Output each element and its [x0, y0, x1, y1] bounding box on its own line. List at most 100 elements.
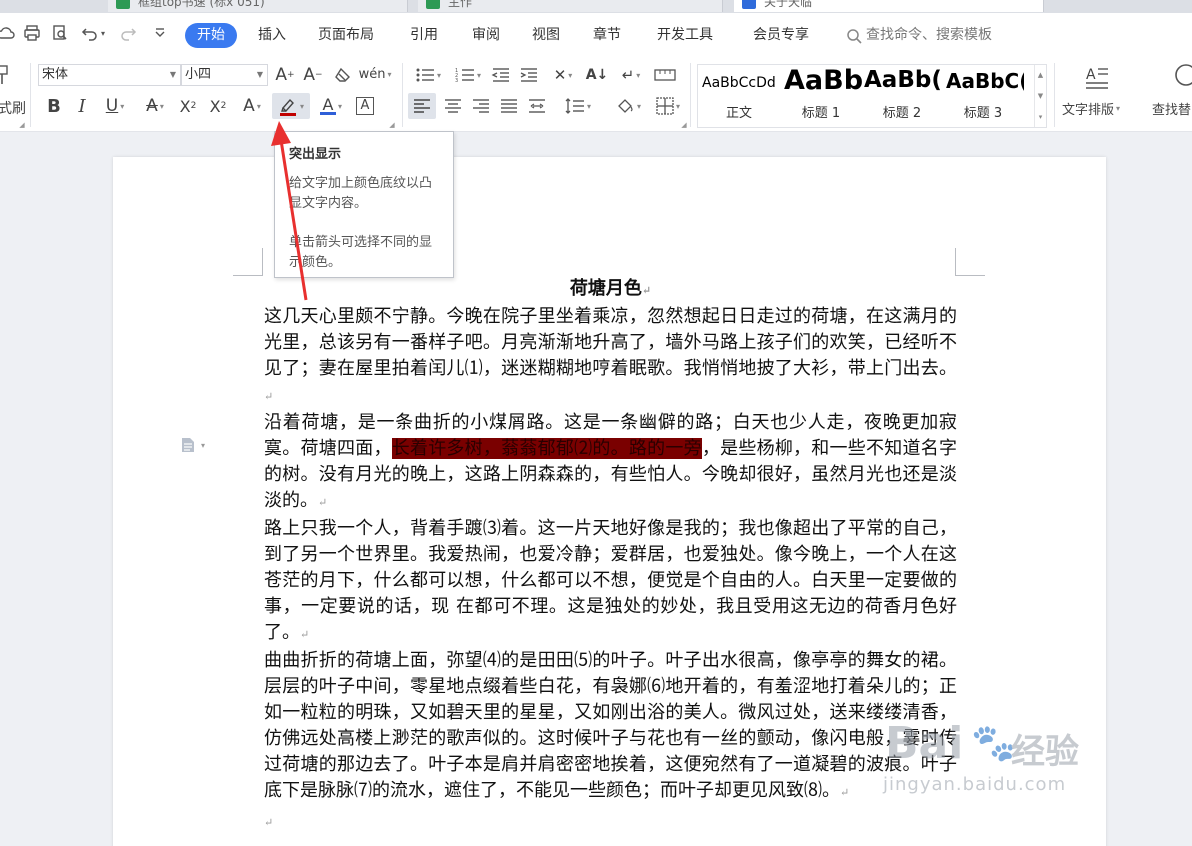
- paragraph-mark: ↵: [300, 628, 310, 641]
- divider: [402, 63, 403, 127]
- svg-text:3: 3: [455, 78, 458, 83]
- tooltip-title: 突出显示: [289, 147, 342, 162]
- format-painter-label[interactable]: 式刷: [0, 99, 26, 117]
- clear-format-icon[interactable]: [332, 64, 354, 86]
- increase-indent-icon[interactable]: [518, 64, 540, 86]
- find-replace-button[interactable]: 查找替: [1152, 99, 1191, 118]
- underline-icon[interactable]: U ▾: [98, 95, 132, 117]
- tab-references[interactable]: 引用: [410, 23, 438, 48]
- tab-chapter[interactable]: 章节: [593, 23, 621, 48]
- superscript-icon[interactable]: X2: [176, 95, 200, 117]
- find-replace-icon[interactable]: [1170, 61, 1192, 91]
- spreadsheet-icon: [426, 0, 440, 9]
- watermark-brand-cn: 经验: [1011, 732, 1079, 772]
- tab-page-layout[interactable]: 页面布局: [318, 23, 374, 48]
- document-tab-label: 框组top书速 (标x 051): [138, 0, 265, 9]
- style-heading-3[interactable]: AaBbC( 标题 3: [942, 65, 1024, 127]
- tab-review[interactable]: 审阅: [472, 23, 500, 48]
- paragraph-mark: ↵: [264, 390, 274, 403]
- document-tab[interactable]: 框组top书速 (标x 051): [108, 0, 408, 12]
- shading-icon[interactable]: ▾: [610, 95, 646, 117]
- paragraph-2[interactable]: 沿着荷塘，是一条曲折的小煤屑路。这是一条幽僻的路；白天也少人走，夜晚更加寂寞。荷…: [264, 410, 957, 516]
- paw-icon: 🐾: [971, 723, 1016, 764]
- font-name-value: 宋体: [42, 67, 69, 82]
- style-heading-1[interactable]: AaBb 标题 1: [780, 65, 862, 127]
- tab-developer[interactable]: 开发工具: [657, 23, 713, 48]
- table-tabs-icon[interactable]: [652, 64, 678, 86]
- highlighted-text[interactable]: 长着许多树，蓊蓊郁郁⑵的。路的一旁: [391, 438, 702, 459]
- paragraph-3[interactable]: 路上只我一个人，背着手踱⑶着。这一片天地好像是我的；我也像超出了平常的自己，到了…: [264, 516, 957, 648]
- document-tab[interactable]: 主作: [418, 0, 723, 12]
- tab-insert[interactable]: 插入: [258, 23, 286, 48]
- text-layout-icon[interactable]: A: [1082, 63, 1112, 93]
- chevron-down-icon: ▼: [169, 70, 176, 79]
- highlighter-icon: [279, 98, 296, 116]
- align-left-icon[interactable]: [408, 93, 436, 119]
- redo-icon[interactable]: [118, 23, 138, 43]
- align-center-icon[interactable]: [442, 95, 464, 117]
- ribbon: ▾ 开始 插入 页面布局 引用 审阅 视图 章节 开发工具 会员专享 查找命令、…: [0, 13, 1192, 132]
- print-icon[interactable]: [22, 23, 42, 43]
- highlight-button[interactable]: ▾: [272, 93, 310, 119]
- chevron-down-icon[interactable]: ▼: [1038, 92, 1043, 100]
- gallery-scroll[interactable]: ▲ ▼ ▾: [1034, 65, 1046, 127]
- command-search[interactable]: 查找命令、搜索模板: [846, 23, 992, 48]
- character-border-icon[interactable]: A: [354, 95, 376, 117]
- watermark-brand: Bai: [885, 718, 964, 769]
- text-layout-button[interactable]: 文字排版 ▾: [1062, 99, 1120, 118]
- justify-icon[interactable]: [498, 95, 520, 117]
- decrease-indent-icon[interactable]: [490, 64, 512, 86]
- customize-toolbar-icon[interactable]: [150, 23, 170, 43]
- svg-text:A: A: [1086, 67, 1096, 83]
- align-right-icon[interactable]: [470, 95, 492, 117]
- phonetic-guide-icon[interactable]: wén ▾: [359, 62, 392, 86]
- chevron-up-icon[interactable]: ▲: [1038, 71, 1043, 79]
- distributed-align-icon[interactable]: [526, 95, 548, 117]
- sort-icon[interactable]: A↓: [586, 64, 609, 86]
- paragraph-mark: ↵: [318, 496, 328, 509]
- search-icon: [847, 28, 862, 44]
- style-heading-2[interactable]: AaBb( 标题 2: [862, 65, 942, 127]
- bullet-list-icon[interactable]: ▾: [410, 64, 446, 86]
- watermark-url: jingyan.baidu.com: [883, 774, 1067, 795]
- document-title[interactable]: 荷塘月色↵: [264, 276, 957, 304]
- italic-icon[interactable]: I: [72, 95, 92, 117]
- grow-font-icon[interactable]: A +: [274, 64, 296, 86]
- bold-icon[interactable]: B: [44, 95, 64, 117]
- paragraph-1[interactable]: 这几天心里颇不宁静。今晚在院子里坐着乘凉，忽然想起日日走过的荷塘，在这满月的光里…: [264, 304, 957, 410]
- shrink-font-icon[interactable]: A −: [302, 64, 324, 86]
- document-tab-label: 关于天临: [764, 0, 813, 9]
- paragraph-dialog-launcher-icon[interactable]: ◢: [680, 121, 688, 129]
- font-name-select[interactable]: 宋体 ▼: [38, 64, 181, 86]
- cloud-icon[interactable]: [0, 23, 16, 43]
- tab-view[interactable]: 视图: [532, 23, 560, 48]
- text-effect-icon[interactable]: A ▾: [236, 95, 268, 117]
- subscript-icon[interactable]: X2: [206, 95, 230, 117]
- clipboard-dialog-launcher-icon[interactable]: ◢: [18, 121, 26, 129]
- strikethrough-icon[interactable]: A ▾: [138, 95, 172, 117]
- document-tab-active[interactable]: 关于天临: [734, 0, 1044, 12]
- divider: [1054, 63, 1055, 127]
- font-dialog-launcher-icon[interactable]: ◢: [388, 121, 396, 129]
- borders-icon[interactable]: ▾: [650, 95, 686, 117]
- undo-icon[interactable]: [80, 23, 100, 43]
- format-painter-icon[interactable]: [0, 63, 12, 87]
- show-hide-marks-icon[interactable]: ↵ ▾: [614, 64, 648, 86]
- print-preview-icon[interactable]: [50, 23, 70, 43]
- paragraph-mark: ↵: [264, 816, 274, 829]
- style-normal[interactable]: AaBbCcDd 正文: [698, 65, 780, 127]
- spreadsheet-icon: [116, 0, 130, 9]
- undo-dropdown-icon[interactable]: ▾: [98, 23, 108, 43]
- menu-bar: ▾ 开始 插入 页面布局 引用 审阅 视图 章节 开发工具 会员专享 查找命令、…: [0, 13, 1192, 51]
- tab-home[interactable]: 开始: [185, 23, 237, 48]
- font-color-button[interactable]: A ▾: [314, 95, 348, 117]
- line-spacing-icon[interactable]: ▾: [560, 95, 596, 117]
- paragraph-handle-icon[interactable]: ▾: [181, 437, 205, 453]
- numbered-list-icon[interactable]: 1 2 3 ▾: [450, 64, 486, 86]
- font-size-select[interactable]: 小四 ▼: [181, 64, 268, 86]
- writer-doc-icon: [742, 0, 756, 9]
- more-icon[interactable]: ▾: [1039, 113, 1043, 121]
- chevron-down-icon[interactable]: ▾: [300, 102, 304, 111]
- chinese-layout-icon[interactable]: ✕ ▾: [546, 64, 580, 86]
- tab-member[interactable]: 会员专享: [753, 23, 809, 48]
